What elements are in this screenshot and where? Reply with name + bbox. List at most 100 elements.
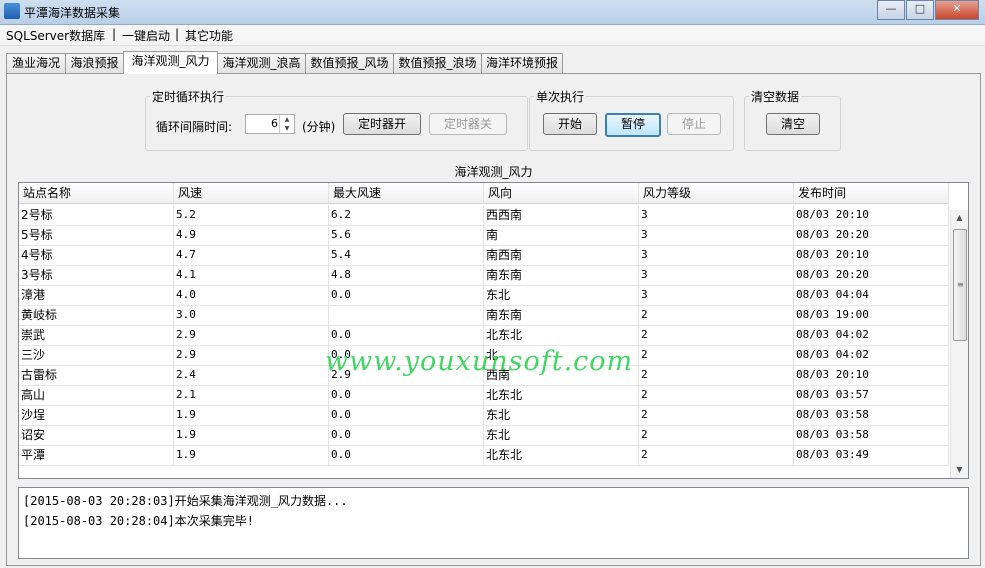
log-line: [2015-08-03 20:28:04]本次采集完毕! bbox=[23, 514, 254, 528]
tab-numeric-wind[interactable]: 数值预报_风场 bbox=[305, 53, 394, 73]
cell-station: 平潭 bbox=[19, 445, 174, 465]
cell-publish-time: 08/03 03:58 bbox=[794, 405, 949, 425]
cell-wind-direction: 东北 bbox=[484, 285, 639, 305]
cell-wind-speed: 1.9 bbox=[174, 425, 329, 445]
cell-wind-level: 3 bbox=[639, 205, 794, 225]
cell-max-wind-speed: 0.0 bbox=[329, 345, 484, 365]
cell-wind-direction: 北 bbox=[484, 345, 639, 365]
interval-value: 6 bbox=[271, 117, 278, 130]
title-bar: 平潭海洋数据采集 — □ ✕ bbox=[0, 0, 985, 25]
cell-station: 古雷标 bbox=[19, 365, 174, 385]
cell-wind-level: 2 bbox=[639, 425, 794, 445]
cell-station: 4号标 bbox=[19, 245, 174, 265]
scroll-up-icon[interactable]: ▲ bbox=[951, 210, 968, 226]
cell-wind-direction: 南东南 bbox=[484, 265, 639, 285]
timer-start-button[interactable]: 定时器开 bbox=[343, 113, 421, 135]
column-header-wind-speed[interactable]: 风速 bbox=[174, 183, 329, 203]
cell-wind-speed: 2.9 bbox=[174, 345, 329, 365]
cell-wind-direction: 南东南 bbox=[484, 305, 639, 325]
cell-publish-time: 08/03 03:49 bbox=[794, 445, 949, 465]
cell-wind-direction: 南西南 bbox=[484, 245, 639, 265]
cell-station: 黄岐标 bbox=[19, 305, 174, 325]
cell-max-wind-speed: 0.0 bbox=[329, 325, 484, 345]
cell-wind-direction: 东北 bbox=[484, 405, 639, 425]
minimize-button[interactable]: — bbox=[877, 0, 905, 20]
table-row[interactable]: 诏安 1.9 0.0 东北 2 08/03 03:58 bbox=[19, 425, 949, 446]
column-header-publish-time[interactable]: 发布时间 bbox=[794, 183, 949, 203]
cell-wind-level: 2 bbox=[639, 345, 794, 365]
cell-station: 诏安 bbox=[19, 425, 174, 445]
table-row[interactable]: 2号标 5.2 6.2 西西南 3 08/03 20:10 bbox=[19, 205, 949, 226]
tab-numeric-wave[interactable]: 数值预报_浪场 bbox=[393, 53, 482, 73]
menu-other-functions[interactable]: 其它功能 bbox=[185, 27, 233, 44]
menu-one-click-start[interactable]: 一键启动 bbox=[122, 27, 170, 44]
table-row[interactable]: 漳港 4.0 0.0 东北 3 08/03 04:04 bbox=[19, 285, 949, 306]
grid-header: 站点名称 风速 最大风速 风向 风力等级 发布时间 bbox=[19, 183, 949, 204]
spinner-arrows-icon[interactable]: ▲ ▼ bbox=[279, 115, 294, 133]
scroll-thumb[interactable]: ≡ bbox=[953, 229, 967, 341]
log-output[interactable]: [2015-08-03 20:28:03]开始采集海洋观测_风力数据... [2… bbox=[18, 487, 969, 559]
table-row[interactable]: 古雷标 2.4 2.9 西南 2 08/03 20:10 bbox=[19, 365, 949, 386]
stop-button[interactable]: 停止 bbox=[667, 113, 721, 135]
cell-wind-level: 2 bbox=[639, 385, 794, 405]
timer-group-title: 定时循环执行 bbox=[150, 88, 227, 105]
table-row[interactable]: 三沙 2.9 0.0 北 2 08/03 04:02 bbox=[19, 345, 949, 366]
cell-wind-speed: 4.0 bbox=[174, 285, 329, 305]
table-row[interactable]: 黄岐标 3.0 南东南 2 08/03 19:00 bbox=[19, 305, 949, 326]
table-row[interactable]: 高山 2.1 0.0 北东北 2 08/03 03:57 bbox=[19, 385, 949, 406]
interval-unit: (分钟) bbox=[302, 120, 336, 134]
cell-wind-direction: 北东北 bbox=[484, 325, 639, 345]
menu-bar: SQLServer数据库 | 一键启动 | 其它功能 bbox=[0, 25, 985, 46]
tab-wave-forecast[interactable]: 海浪预报 bbox=[65, 53, 124, 73]
cell-wind-speed: 4.9 bbox=[174, 225, 329, 245]
vertical-scrollbar[interactable]: ▲ ≡ ▼ bbox=[950, 210, 968, 478]
cell-wind-level: 2 bbox=[639, 445, 794, 465]
cell-station: 崇武 bbox=[19, 325, 174, 345]
cell-max-wind-speed: 0.0 bbox=[329, 285, 484, 305]
cell-publish-time: 08/03 20:10 bbox=[794, 205, 949, 225]
cell-max-wind-speed: 0.0 bbox=[329, 425, 484, 445]
cell-station: 3号标 bbox=[19, 265, 174, 285]
column-header-max-wind-speed[interactable]: 最大风速 bbox=[329, 183, 484, 203]
cell-max-wind-speed: 0.0 bbox=[329, 445, 484, 465]
tab-ocean-wind[interactable]: 海洋观测_风力 bbox=[123, 51, 218, 74]
maximize-button[interactable]: □ bbox=[906, 0, 934, 20]
menu-sqlserver[interactable]: SQLServer数据库 bbox=[6, 27, 105, 44]
table-row[interactable]: 崇武 2.9 0.0 北东北 2 08/03 04:02 bbox=[19, 325, 949, 346]
close-button[interactable]: ✕ bbox=[935, 0, 979, 20]
single-run-title: 单次执行 bbox=[534, 88, 587, 105]
cell-wind-level: 2 bbox=[639, 405, 794, 425]
window-controls: — □ ✕ bbox=[876, 0, 979, 20]
window-title: 平潭海洋数据采集 bbox=[24, 6, 121, 20]
cell-publish-time: 08/03 04:02 bbox=[794, 325, 949, 345]
cell-wind-speed: 3.0 bbox=[174, 305, 329, 325]
tab-fishery-sea[interactable]: 渔业海况 bbox=[6, 53, 66, 73]
cell-wind-speed: 1.9 bbox=[174, 445, 329, 465]
scroll-down-icon[interactable]: ▼ bbox=[951, 462, 968, 478]
cell-publish-time: 08/03 03:58 bbox=[794, 425, 949, 445]
clear-button[interactable]: 清空 bbox=[766, 113, 820, 135]
column-header-wind-level[interactable]: 风力等级 bbox=[639, 183, 794, 203]
tab-marine-env-forecast[interactable]: 海洋环境预报 bbox=[481, 53, 563, 73]
interval-spinner[interactable]: 6 ▲ ▼ bbox=[245, 114, 295, 134]
tab-ocean-wave-height[interactable]: 海洋观测_浪高 bbox=[217, 53, 306, 73]
table-row[interactable]: 平潭 1.9 0.0 北东北 2 08/03 03:49 bbox=[19, 445, 949, 466]
cell-max-wind-speed: 5.6 bbox=[329, 225, 484, 245]
cell-wind-speed: 1.9 bbox=[174, 405, 329, 425]
table-row[interactable]: 4号标 4.7 5.4 南西南 3 08/03 20:10 bbox=[19, 245, 949, 266]
start-button[interactable]: 开始 bbox=[543, 113, 597, 135]
timer-stop-button[interactable]: 定时器关 bbox=[429, 113, 507, 135]
table-row[interactable]: 3号标 4.1 4.8 南东南 3 08/03 20:20 bbox=[19, 265, 949, 286]
cell-wind-direction: 北东北 bbox=[484, 385, 639, 405]
column-header-wind-direction[interactable]: 风向 bbox=[484, 183, 639, 203]
table-row[interactable]: 沙埕 1.9 0.0 东北 2 08/03 03:58 bbox=[19, 405, 949, 426]
cell-wind-speed: 4.1 bbox=[174, 265, 329, 285]
app-icon bbox=[4, 3, 20, 19]
cell-max-wind-speed: 0.0 bbox=[329, 385, 484, 405]
table-row[interactable]: 5号标 4.9 5.6 南 3 08/03 20:20 bbox=[19, 225, 949, 246]
cell-publish-time: 08/03 20:20 bbox=[794, 265, 949, 285]
cell-publish-time: 08/03 20:10 bbox=[794, 245, 949, 265]
data-grid[interactable]: 站点名称 风速 最大风速 风向 风力等级 发布时间 2号标 5.2 6.2 西西南 3 0… bbox=[18, 182, 969, 479]
pause-button[interactable]: 暂停 bbox=[605, 113, 661, 137]
column-header-station[interactable]: 站点名称 bbox=[19, 183, 174, 203]
